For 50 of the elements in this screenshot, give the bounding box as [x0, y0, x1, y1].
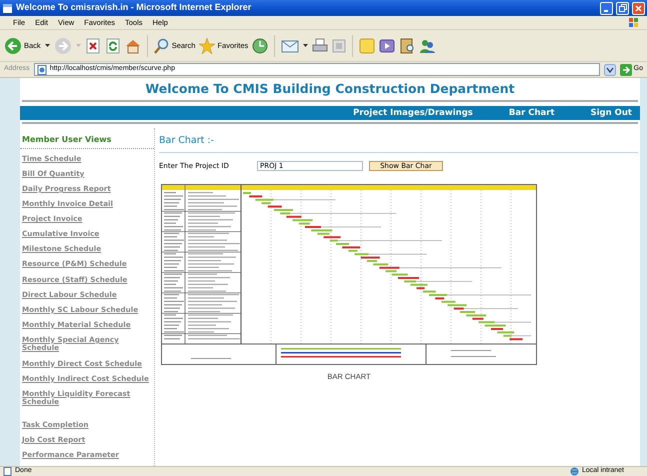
nav-link[interactable]: Sign Out [590, 106, 632, 120]
float-line [368, 253, 427, 254]
page-icon [3, 467, 12, 476]
envelope-icon [281, 38, 300, 54]
nav-link[interactable]: Bar Chart [508, 106, 555, 120]
media-button[interactable] [379, 38, 396, 54]
footer-note-line [191, 358, 231, 359]
browser-icon [2, 2, 13, 14]
page-heading: Welcome To CMIS Building Construction Department [144, 80, 516, 98]
minimize-button[interactable] [600, 2, 613, 14]
star-icon [199, 38, 216, 54]
note-icon [359, 38, 376, 54]
refresh-icon [104, 38, 121, 54]
dropdown-caret-icon[interactable] [44, 44, 50, 48]
people-icon [419, 38, 436, 54]
mail-button[interactable] [281, 38, 308, 54]
float-line [494, 321, 531, 322]
stop-icon [84, 38, 101, 54]
research-button[interactable] [399, 38, 416, 54]
float-line [273, 199, 336, 200]
refresh-button[interactable] [104, 38, 121, 54]
home-button[interactable] [124, 38, 141, 54]
globe-icon [570, 467, 579, 476]
search-icon [154, 38, 170, 54]
print-button[interactable] [312, 38, 328, 54]
close-icon [635, 4, 642, 12]
restore-button[interactable] [616, 2, 629, 14]
nav-link[interactable]: Project Images/Drawings [353, 106, 473, 120]
float-line [416, 280, 472, 282]
page-icon [36, 64, 47, 74]
windows-flag-icon [628, 17, 639, 28]
edit-icon [332, 38, 346, 52]
go-arrow-icon [620, 64, 632, 76]
messenger-button[interactable] [419, 38, 436, 54]
sidebar-title: Member User Views [20, 134, 154, 149]
float-line [511, 335, 531, 336]
history-button[interactable] [252, 38, 268, 54]
clock-icon [252, 38, 268, 54]
float-line [321, 226, 381, 227]
stop-button[interactable] [84, 38, 101, 54]
caret-icon [303, 44, 308, 48]
home-icon [124, 38, 141, 54]
footer-note-drawing [451, 350, 496, 357]
restore-icon [618, 4, 626, 12]
section-title: Bar Chart :- [159, 134, 638, 154]
window-title: Welcome To cmisravish.in - Microsoft Internet Explorer [16, 1, 252, 14]
close-button[interactable] [632, 2, 645, 14]
printer-icon [312, 38, 328, 54]
book-icon [399, 38, 416, 54]
play-icon [379, 38, 396, 54]
